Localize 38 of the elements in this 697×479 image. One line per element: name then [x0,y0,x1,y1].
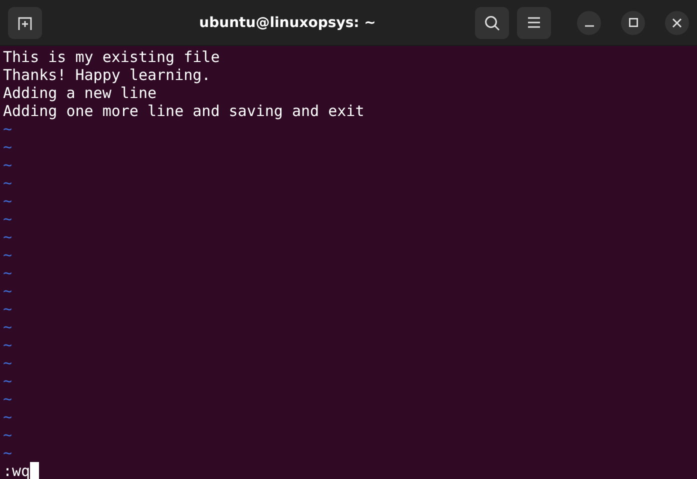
maximize-button[interactable] [621,10,645,34]
empty-line-marker: ~ [3,426,12,444]
maximize-icon [628,18,638,27]
empty-line-marker: ~ [3,192,12,210]
empty-line-marker: ~ [3,156,12,174]
search-button[interactable] [475,6,509,38]
empty-line-marker: ~ [3,336,12,354]
minimize-icon [584,25,594,27]
empty-line-marker: ~ [3,228,12,246]
empty-line-marker: ~ [3,246,12,264]
window-title: ubuntu@linuxopsys: ~ [198,14,377,30]
empty-line-marker: ~ [3,174,12,192]
close-button[interactable] [665,10,689,34]
search-icon [484,14,500,30]
empty-line-marker: ~ [3,120,12,138]
empty-line-marker: ~ [3,300,12,318]
close-icon [672,18,682,28]
command-line: :wq [3,462,30,479]
empty-line-marker: ~ [3,408,12,426]
text-line: This is my existing file [3,48,220,66]
text-line: Adding one more line and saving and exit [3,102,364,120]
empty-line-marker: ~ [3,264,12,282]
text-line: Thanks! Happy learning. [3,66,211,84]
minimize-button[interactable] [577,10,601,34]
menu-icon [528,17,540,28]
text-line: Adding a new line [3,84,157,102]
menu-button[interactable] [517,6,551,38]
cursor [30,462,40,479]
new-tab-button[interactable] [8,6,42,38]
empty-line-marker: ~ [3,318,12,336]
new-tab-icon [17,16,33,30]
empty-line-marker: ~ [3,390,12,408]
empty-line-marker: ~ [3,282,12,300]
empty-line-marker: ~ [3,210,12,228]
empty-line-marker: ~ [3,138,12,156]
empty-line-marker: ~ [3,444,12,462]
empty-line-marker: ~ [3,354,12,372]
empty-line-marker: ~ [3,372,12,390]
